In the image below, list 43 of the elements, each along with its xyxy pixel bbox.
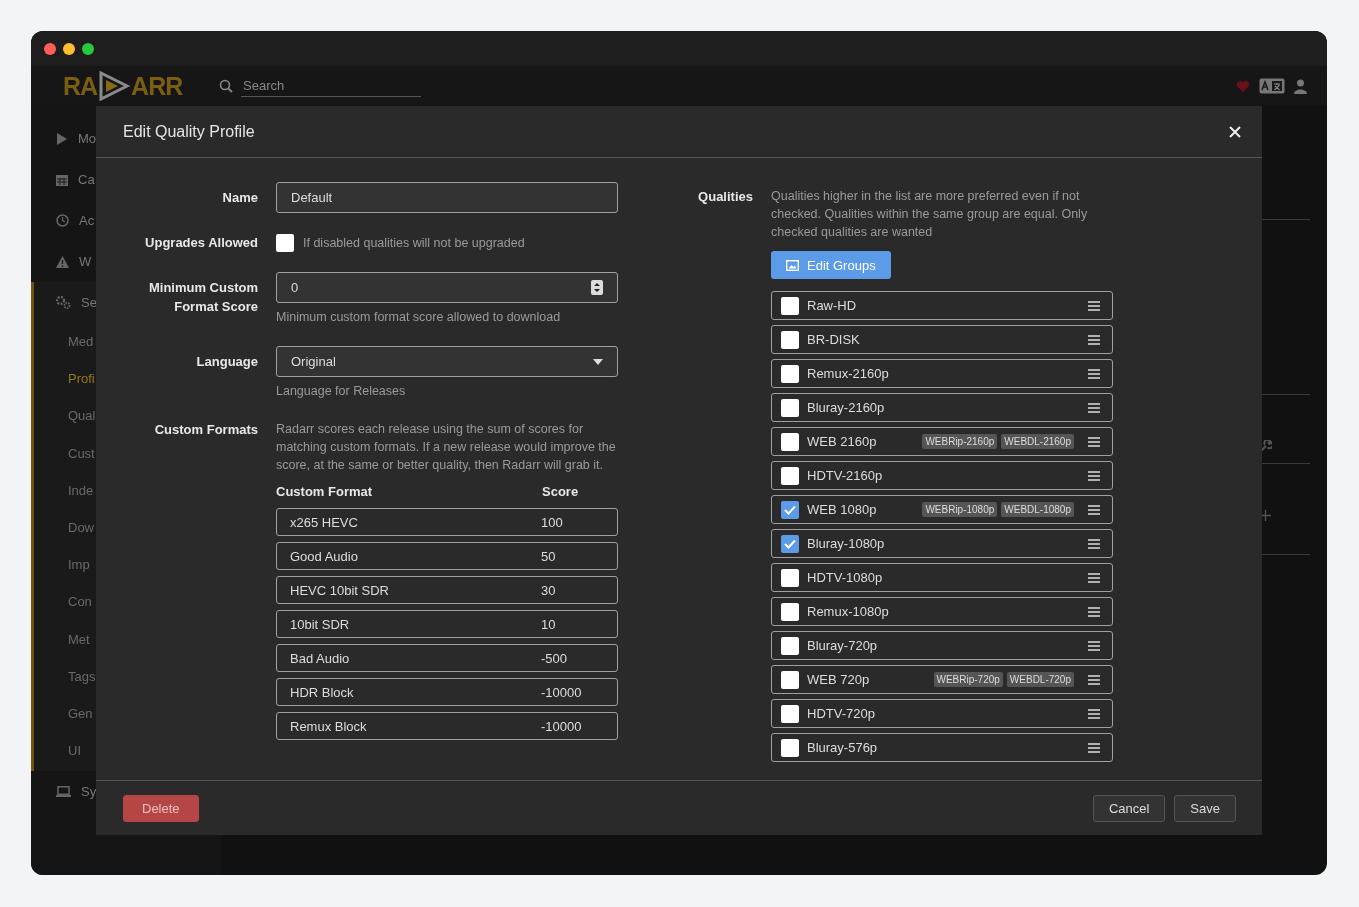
quality-name: Bluray-1080p — [807, 536, 886, 551]
field-label: Language — [195, 353, 258, 371]
format-name: x265 HEVC — [290, 514, 359, 530]
quality-tag: WEBRip-2160p — [922, 434, 998, 449]
column-header: Custom Format — [276, 484, 373, 501]
format-name: Remux Block — [290, 718, 368, 734]
help-text: Minimum custom format score allowed to download — [276, 309, 562, 326]
quality-name: HDTV-2160p — [807, 468, 884, 483]
quality-tag: WEBDL-2160p — [1001, 434, 1074, 449]
format-name: HEVC 10bit SDR — [290, 582, 390, 598]
help-text: Radarr scores each release using the sum of scores for matching custom formats. If a new release would improve the score, at the same or better quality, then Radarr will grab it. — [276, 421, 617, 474]
quality-name: Remux-2160p — [807, 366, 890, 381]
field-label: Custom Formats — [153, 421, 258, 439]
column-header: Score — [542, 484, 580, 501]
dialog-title: Edit Quality Profile — [123, 122, 255, 141]
format-name: 10bit SDR — [290, 616, 351, 632]
help-text: Qualities higher in the list are more preferred even if not checked. Qualities within the same group are equal. Only checked qualities are wanted — [771, 188, 1089, 241]
format-name: Good Audio — [290, 548, 359, 564]
quality-name: WEB 720p — [807, 672, 871, 687]
quality-name: WEB 2160p — [807, 434, 878, 449]
quality-name: Bluray-2160p — [807, 400, 886, 415]
help-text: Language for Releases — [276, 383, 407, 400]
quality-tag: WEBDL-720p — [1006, 672, 1074, 687]
quality-tag: WEBDL-1080p — [1001, 502, 1074, 517]
quality-name: BR-DISK — [807, 332, 861, 347]
field-label: Upgrades Allowed — [144, 234, 258, 252]
help-text: If disabled qualities will not be upgraded — [303, 234, 525, 252]
quality-name: WEB 1080p — [807, 502, 878, 517]
quality-tag: WEBRip-720p — [933, 672, 1003, 687]
quality-name: Raw-HD — [807, 298, 858, 313]
format-name: Bad Audio — [290, 650, 351, 666]
quality-tag: WEBRip-1080p — [922, 502, 998, 517]
quality-name: Bluray-720p — [807, 638, 879, 653]
field-label: Name — [221, 189, 258, 207]
quality-name: HDTV-1080p — [807, 570, 884, 585]
quality-name: Remux-1080p — [807, 604, 890, 619]
logo-text: ARR — [131, 71, 183, 101]
format-name: HDR Block — [290, 684, 355, 700]
field-label: Qualities — [697, 188, 753, 206]
logo-text: RA — [63, 71, 98, 101]
quality-name: Bluray-576p — [807, 740, 879, 755]
field-label: Minimum Custom Format Score — [147, 279, 258, 316]
quality-name: HDTV-720p — [807, 706, 876, 721]
